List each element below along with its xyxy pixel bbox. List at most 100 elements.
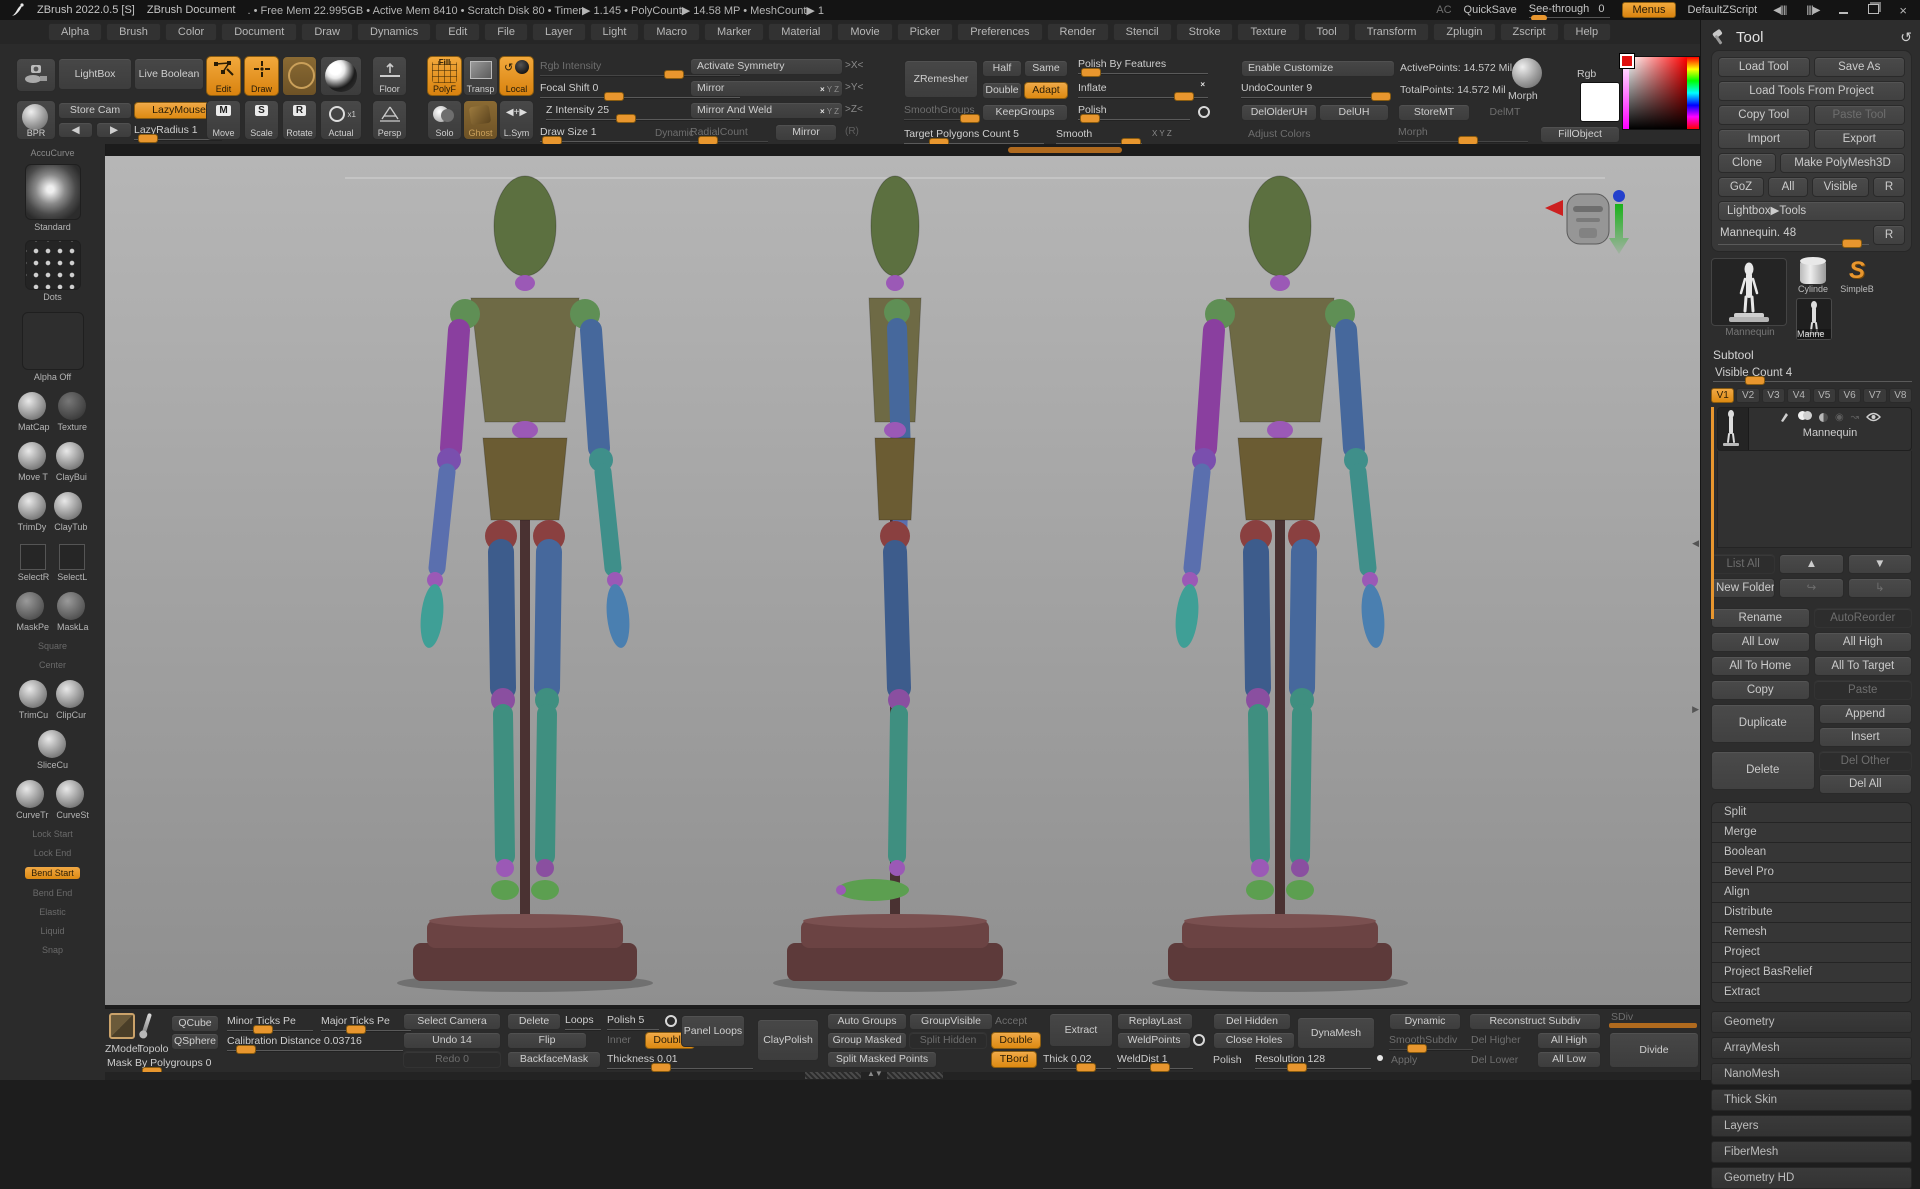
displacement-icon[interactable]: ◉ [1835, 412, 1844, 423]
double-extract-button[interactable]: Double [991, 1032, 1041, 1049]
subtool-view-tab[interactable]: V3 [1761, 388, 1786, 403]
symmetry-z-toggle[interactable]: >Z< [845, 104, 863, 115]
tool-subpalette-header[interactable]: ArrayMesh [1711, 1037, 1912, 1059]
menu-item[interactable]: Document [221, 23, 298, 41]
subtool-operation-row[interactable]: Bevel Pro [1712, 863, 1911, 883]
menu-item[interactable]: Macro [643, 23, 700, 41]
panel-loops-button[interactable]: Panel Loops [681, 1015, 745, 1047]
thick-slider[interactable]: Thick 0.02 [1043, 1053, 1111, 1072]
all-high-button[interactable]: All High [1537, 1032, 1601, 1049]
current-stroke-button[interactable]: Dots [24, 240, 81, 302]
subtool-down-button[interactable]: ▼ [1847, 554, 1912, 574]
quicksave-button[interactable]: QuickSave [1464, 4, 1517, 16]
eye-visibility-icon[interactable] [1866, 412, 1882, 422]
menu-item[interactable]: Draw [301, 23, 353, 41]
polypaint-icon[interactable] [1797, 411, 1812, 423]
del-other-button[interactable]: Del Other [1818, 751, 1912, 771]
del-higher-label[interactable]: Del Higher [1471, 1034, 1521, 1046]
window-restore-icon[interactable] [1864, 3, 1883, 17]
autoreorder-button[interactable]: AutoReorder [1813, 608, 1912, 628]
enable-customize-button[interactable]: Enable Customize [1241, 60, 1395, 77]
polish-loops-toggle[interactable] [665, 1015, 677, 1027]
subtool-view-tab[interactable]: V4 [1787, 388, 1811, 403]
slicecurve-brush[interactable]: SliceCu [37, 730, 68, 770]
polish-slider[interactable]: Polish [1078, 104, 1190, 123]
replaylast-button[interactable]: ReplayLast [1117, 1013, 1193, 1030]
menu-item[interactable]: Render [1046, 23, 1109, 41]
list-all-button[interactable]: List All [1711, 554, 1776, 574]
backfacemask-button[interactable]: BackfaceMask [507, 1051, 601, 1068]
current-color-swatch[interactable] [1580, 82, 1620, 122]
goz-visible-button[interactable]: Visible [1812, 177, 1869, 197]
menu-item[interactable]: Marker [703, 23, 765, 41]
rename-button[interactable]: Rename [1711, 608, 1810, 628]
morph-slider[interactable]: Morph [1398, 126, 1528, 145]
paste-tool-button[interactable]: Paste Tool [1813, 105, 1905, 125]
import-button[interactable]: Import [1718, 129, 1810, 149]
minor-ticks-slider[interactable]: Minor Ticks Pe [227, 1015, 313, 1034]
next-cam-button[interactable]: ▶ [96, 122, 132, 138]
subtool-operation-row[interactable]: Project [1712, 943, 1911, 963]
move-to-folder-button[interactable]: ↪ [1779, 578, 1844, 598]
move-gizmo-button[interactable]: M Move [206, 100, 241, 140]
zremesher-button[interactable]: ZRemesher [904, 60, 978, 98]
welddist-slider[interactable]: WeldDist 1 [1117, 1053, 1193, 1072]
live-boolean-button[interactable]: Live Boolean [134, 58, 204, 90]
groupvisible-button[interactable]: GroupVisible [909, 1013, 993, 1030]
menu-item[interactable]: Brush [106, 23, 161, 41]
smooth-slider[interactable]: Smooth [1056, 128, 1142, 147]
polyframe-button[interactable]: Fill PolyF [427, 56, 462, 96]
clipcurve-brush[interactable]: ClipCur [56, 680, 86, 720]
ghost-transparency-button[interactable]: Ghost [463, 100, 498, 140]
collapse-right-shelf-icon[interactable]: ||||▶ [1802, 5, 1823, 16]
divide-button[interactable]: Divide [1609, 1032, 1699, 1068]
subtool-operation-row[interactable]: Remesh [1712, 923, 1911, 943]
tool-subpalette-header[interactable]: Thick Skin [1711, 1089, 1912, 1111]
orientation-gizmo[interactable] [1545, 190, 1629, 254]
symmetry-y-toggle[interactable]: >Y< [845, 82, 863, 93]
dynamic-subdiv-button[interactable]: Dynamic [1389, 1013, 1461, 1030]
claypolish-button[interactable]: ClayPolish [757, 1019, 819, 1061]
see-through-slider[interactable]: See-through 0 [1528, 3, 1611, 21]
del-lower-label[interactable]: Del Lower [1471, 1054, 1518, 1066]
del-all-button[interactable]: Del All [1818, 774, 1912, 794]
tool-subpalette-header[interactable]: Layers [1711, 1115, 1912, 1137]
group-masked-button[interactable]: Group Masked [827, 1032, 907, 1049]
copy-subtool-button[interactable]: Copy [1711, 680, 1810, 700]
menu-item[interactable]: Texture [1237, 23, 1300, 41]
copy-tool-button[interactable]: Copy Tool [1718, 105, 1810, 125]
curvetri-brush[interactable]: CurveTr [16, 780, 48, 820]
projection-master-button[interactable] [16, 58, 56, 92]
symmetry-r-toggle[interactable]: (R) [845, 126, 859, 137]
lightbox-tools-button[interactable]: Lightbox▶Tools [1718, 201, 1905, 221]
visible-count-slider[interactable]: Visible Count 4 [1713, 365, 1912, 385]
edit-mode-button[interactable]: Edit [206, 56, 241, 96]
undocounter-slider[interactable]: UndoCounter 9 [1241, 82, 1392, 101]
quickpick-r-button[interactable]: R [1873, 225, 1905, 245]
resolution-toggle[interactable] [1377, 1055, 1383, 1061]
thickness-slider[interactable]: Thickness 0.01 [607, 1053, 753, 1072]
all-to-home-button[interactable]: All To Home [1711, 656, 1810, 676]
accept-label[interactable]: Accept [995, 1015, 1027, 1027]
divider-collapse-icon[interactable]: ◀ [1692, 538, 1699, 549]
matcap-button[interactable]: MatCap [17, 392, 50, 432]
tool-subpalette-header[interactable]: FiberMesh [1711, 1141, 1912, 1163]
stroke-modifier-label[interactable]: Elastic [39, 907, 66, 917]
deluh-button[interactable]: DelUH [1319, 104, 1389, 121]
smooth-axis-icons[interactable]: X Y Z [1152, 129, 1172, 138]
sculptris-pro-button[interactable] [282, 56, 317, 96]
subtool-operation-row[interactable]: Boolean [1712, 843, 1911, 863]
tbord-button[interactable]: TBord [991, 1051, 1037, 1068]
zremesher-double-button[interactable]: Double [982, 82, 1022, 99]
selectrect-brush[interactable]: SelectR [18, 542, 49, 582]
subtool-item[interactable]: ◉ ↝ Mannequin [1717, 407, 1912, 451]
goz-button[interactable]: GoZ [1718, 177, 1764, 197]
zremesher-adapt-button[interactable]: Adapt [1024, 82, 1068, 99]
menu-item[interactable]: File [484, 23, 528, 41]
new-folder-button[interactable]: New Folder [1711, 578, 1776, 598]
masklasso-brush[interactable]: MaskLa [57, 592, 89, 632]
polish-loops-slider[interactable]: Polish 5 [607, 1014, 659, 1030]
close-holes-button[interactable]: Close Holes [1213, 1032, 1295, 1049]
normal-map-icon[interactable]: ↝ [1851, 412, 1859, 423]
subtool-up-button[interactable]: ▲ [1779, 554, 1844, 574]
